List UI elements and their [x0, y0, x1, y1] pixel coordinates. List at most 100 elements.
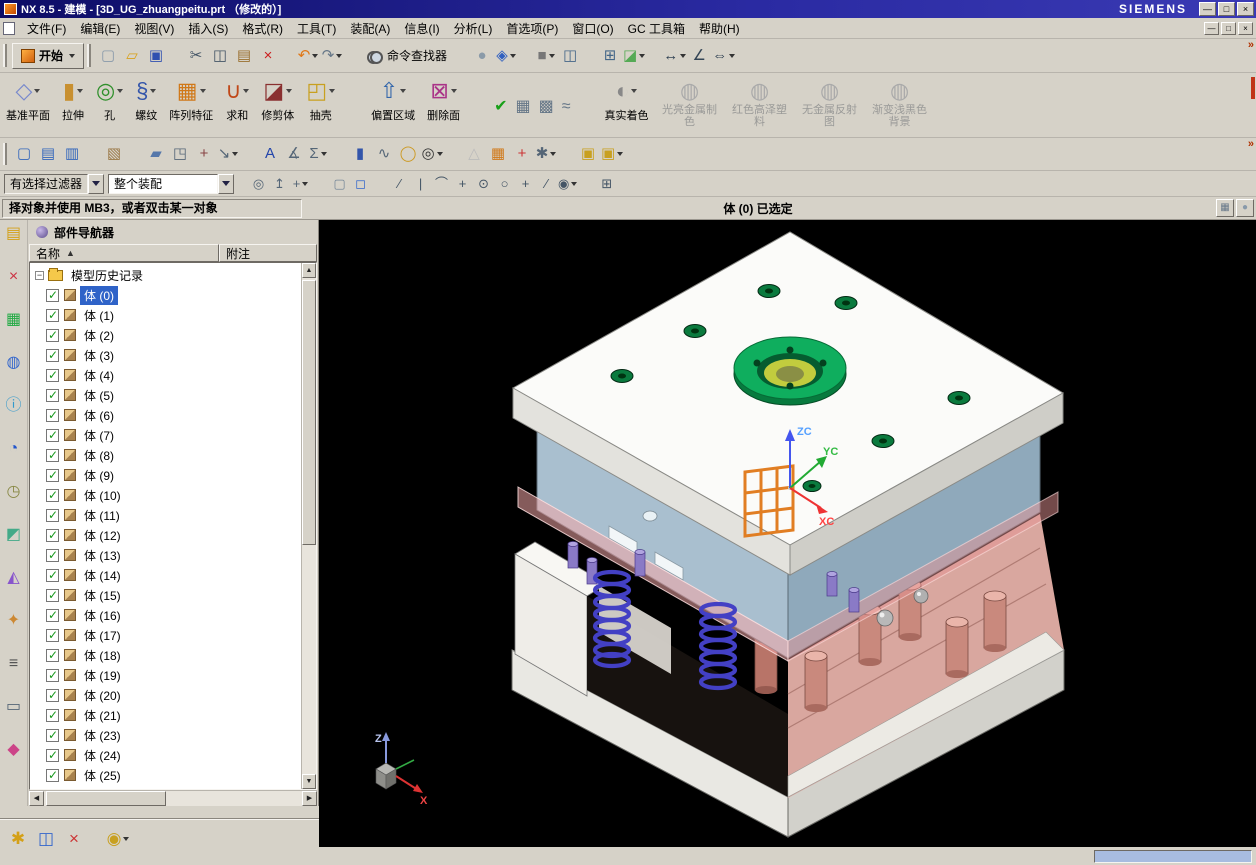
- view-window-icon[interactable]: ▢: [12, 142, 36, 166]
- matrix-icon[interactable]: ▩: [535, 90, 558, 122]
- assembly-navigator-icon[interactable]: ▤: [2, 222, 26, 246]
- menu-window[interactable]: 窗口(O): [565, 18, 620, 38]
- hd3d-tool-icon[interactable]: ⓘ: [2, 394, 26, 418]
- expander-icon[interactable]: [35, 270, 44, 280]
- tree-item[interactable]: 体 (7): [30, 425, 301, 445]
- locating-ring[interactable]: [733, 336, 847, 406]
- checkbox-icon[interactable]: [46, 728, 59, 742]
- roles-icon[interactable]: ≡: [2, 652, 26, 676]
- toolbar-overflow-icon[interactable]: »: [1248, 39, 1254, 51]
- web-browser-icon[interactable]: ◔: [2, 437, 26, 461]
- tree-item[interactable]: 体 (9): [30, 465, 301, 485]
- window-split-icon[interactable]: ◫: [558, 44, 582, 68]
- tree-item[interactable]: 体 (25): [30, 765, 301, 785]
- torus-icon[interactable]: ◯: [396, 142, 420, 166]
- sphere-snap-icon[interactable]: ◉: [557, 173, 578, 194]
- new-file-icon[interactable]: ▢: [96, 44, 120, 68]
- datum-plane-button[interactable]: ◇ 基准平面: [0, 75, 56, 135]
- checkbox-icon[interactable]: [46, 388, 59, 402]
- copy-icon[interactable]: ◫: [208, 44, 232, 68]
- endpoint-snap-icon[interactable]: |: [410, 173, 431, 194]
- checkbox-icon[interactable]: [46, 488, 59, 502]
- menu-file[interactable]: 文件(F): [20, 18, 73, 38]
- toolbar-grip[interactable]: [3, 142, 7, 166]
- checkbox-icon[interactable]: [46, 468, 59, 482]
- checkbox-icon[interactable]: [46, 708, 59, 722]
- shell-button[interactable]: ◰ 抽壳: [300, 75, 341, 135]
- checkbox-icon[interactable]: [46, 348, 59, 362]
- star-new-icon[interactable]: ✱: [4, 826, 32, 852]
- checkbox-icon[interactable]: [46, 548, 59, 562]
- cut-icon[interactable]: ✂: [184, 44, 208, 68]
- tree-item[interactable]: 体 (17): [30, 625, 301, 645]
- checkbox-icon[interactable]: [46, 328, 59, 342]
- visualization-scene-icon[interactable]: ◆: [2, 738, 26, 762]
- model-history-node[interactable]: 模型历史记录: [30, 265, 301, 285]
- scroll-down-icon[interactable]: ▼: [302, 774, 316, 789]
- scroll-up-icon[interactable]: ▲: [302, 263, 316, 278]
- scrollbar-thumb[interactable]: [46, 791, 166, 806]
- checkbox-icon[interactable]: [46, 508, 59, 522]
- grid-snap-icon[interactable]: ⊞: [596, 173, 617, 194]
- tree-item[interactable]: 体 (11): [30, 505, 301, 525]
- ball-bar-icon[interactable]: ●: [1236, 199, 1254, 217]
- reuse-library-icon[interactable]: ◍: [2, 351, 26, 375]
- palette-icon[interactable]: ▦: [1216, 199, 1234, 217]
- tree-item[interactable]: 体 (13): [30, 545, 301, 565]
- menu-view[interactable]: 视图(V): [127, 18, 181, 38]
- scroll-right-icon[interactable]: ▶: [302, 791, 317, 806]
- vertical-scrollbar[interactable]: ▲ ▼: [301, 263, 316, 789]
- command-finder-button[interactable]: 命令查找器: [360, 44, 454, 68]
- checkbox-icon[interactable]: [46, 648, 59, 662]
- pick-top-icon[interactable]: ↥: [269, 173, 290, 194]
- paste-icon[interactable]: ▤: [232, 44, 256, 68]
- triangle-mesh-icon[interactable]: △: [462, 142, 486, 166]
- horizontal-scrollbar[interactable]: ◀ ▶: [29, 790, 317, 806]
- mdi-close-button[interactable]: ×: [1238, 21, 1253, 35]
- toolbar-overflow-bar[interactable]: [1251, 77, 1255, 99]
- checkbox-icon[interactable]: [46, 568, 59, 582]
- save-icon[interactable]: ▣: [144, 44, 168, 68]
- scrollbar-thumb[interactable]: [302, 280, 316, 545]
- swap-layout-icon[interactable]: ×: [60, 826, 88, 852]
- delete-icon[interactable]: ×: [256, 44, 280, 68]
- selection-sphere-icon[interactable]: ●: [470, 44, 494, 68]
- menu-assemblies[interactable]: 装配(A): [343, 18, 397, 38]
- menu-edit[interactable]: 编辑(E): [73, 18, 127, 38]
- section-view-icon[interactable]: ◪: [622, 44, 646, 68]
- cascade-windows-icon[interactable]: ◫: [32, 826, 60, 852]
- graphics-window[interactable]: ZC YC XC Z X: [319, 220, 1256, 847]
- plus-red-icon[interactable]: +: [510, 142, 534, 166]
- tree-item[interactable]: 体 (8): [30, 445, 301, 465]
- constraint-navigator-icon[interactable]: ×: [2, 265, 26, 289]
- component-box-icon[interactable]: ▣: [576, 142, 600, 166]
- tree-item[interactable]: 体 (14): [30, 565, 301, 585]
- offset-region-button[interactable]: ⇧ 偏置区域: [365, 75, 421, 135]
- column-header-name[interactable]: 名称 ▲: [29, 244, 219, 262]
- ejector-spring[interactable]: [698, 601, 738, 691]
- checkbox-icon[interactable]: [46, 448, 59, 462]
- 3d-viewport-canvas[interactable]: ZC YC XC Z X: [319, 220, 1256, 847]
- checkbox-icon[interactable]: [46, 408, 59, 422]
- face-select-icon[interactable]: ◻: [350, 173, 371, 194]
- mdi-minimize-button[interactable]: —: [1204, 21, 1219, 35]
- selection-scope-dropdown[interactable]: 整个装配: [108, 173, 235, 194]
- pattern-feature-button[interactable]: ▦ 阵列特征: [163, 75, 219, 135]
- annotation-icon[interactable]: A: [258, 142, 282, 166]
- gears-icon[interactable]: ✱: [534, 142, 558, 166]
- tree-item[interactable]: 体 (21): [30, 705, 301, 725]
- arc-snap-icon[interactable]: ⌒: [431, 173, 452, 194]
- slope-icon[interactable]: ∡: [282, 142, 306, 166]
- checkbox-icon[interactable]: [46, 768, 59, 782]
- chevron-down-icon[interactable]: [88, 173, 105, 194]
- tree-item[interactable]: 体 (2): [30, 325, 301, 345]
- part-navigator-icon[interactable]: ▦: [2, 308, 26, 332]
- render-style-icon[interactable]: ■: [534, 44, 558, 68]
- dimension-icon[interactable]: ⇔: [711, 44, 736, 68]
- quick-dimension-icon[interactable]: ↘: [216, 142, 240, 166]
- toolbar-grip[interactable]: [87, 43, 92, 68]
- fit-view-icon[interactable]: ⊞: [598, 44, 622, 68]
- checkbox-icon[interactable]: [46, 748, 59, 762]
- checkbox-icon[interactable]: [46, 308, 59, 322]
- tree-item[interactable]: 体 (0): [30, 285, 301, 305]
